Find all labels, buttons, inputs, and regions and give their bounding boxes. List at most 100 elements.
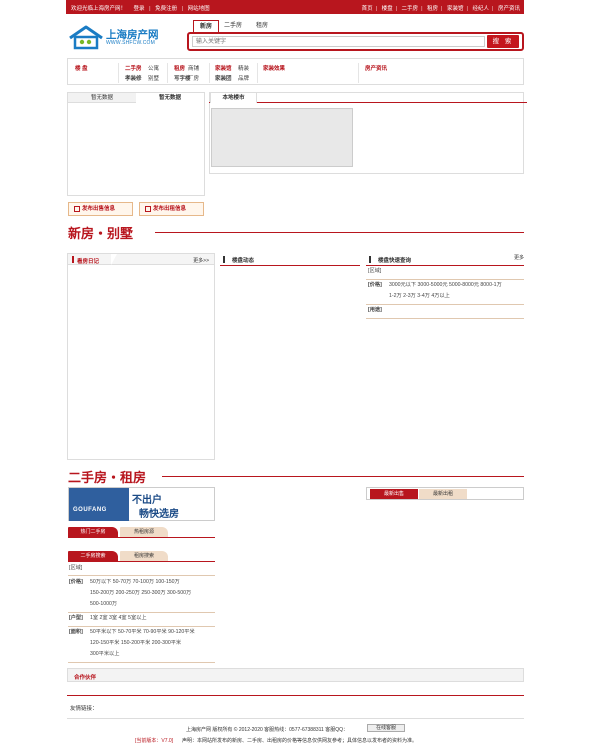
banner-left-bg: [69, 488, 129, 521]
ss-room-label: [户型]: [69, 615, 83, 621]
top-link-loupan[interactable]: 楼盘: [382, 6, 393, 12]
footer-copyright: 上海房产网 版权所有 © 2012-2020 客服热线：0577-6738831…: [186, 727, 348, 733]
market-image: [211, 108, 353, 167]
top-bar-left: 欢迎光临上海房产网！ 登录 | 免费注册 | 网站地图: [71, 6, 210, 12]
ss-area-row2[interactable]: 120-150平米 150-200平米 200-300平米: [90, 638, 181, 649]
local-market-tabbar: 本地楼市: [209, 92, 527, 103]
footer-version: [当前版本：V7.0]: [135, 738, 174, 744]
top-link-agent[interactable]: 经纪人: [473, 6, 490, 12]
ss-region-label: [区域]: [69, 565, 83, 571]
diary-panel: 看房日记 更多>>: [67, 253, 215, 460]
top-link-news[interactable]: 房产资讯: [498, 6, 520, 12]
nav-jiazhuangguan[interactable]: 家装馆: [215, 64, 232, 72]
nav-jiazhuangtuan[interactable]: 家装团: [215, 74, 232, 82]
footer-disclaimer: 声明：本网站所发布的新房、二手房、出租房的价格等信息仅供网友参考；具体信息以发布…: [182, 738, 418, 744]
section-new-divider: [155, 232, 524, 233]
diary-title: 看房日记: [77, 259, 100, 265]
section-second-title: 二手房・租房: [68, 470, 147, 485]
top-bar: 欢迎光临上海房产网！ 登录 | 免费注册 | 网站地图 首页 | 楼盘 | 二手房 |…: [66, 0, 524, 14]
qs-use-label: [用途]: [368, 307, 382, 313]
publish-sell-button[interactable]: 发布出售信息: [68, 202, 133, 216]
nav-gongyu[interactable]: 公寓: [148, 64, 159, 72]
diary-marker-icon: [72, 256, 74, 263]
quick-search-marker-icon: [369, 256, 371, 263]
tab-rent-search[interactable]: 租房搜索: [120, 551, 168, 561]
section-new-title: 新房・别墅: [68, 226, 134, 241]
nav-loupan[interactable]: 楼 盘: [75, 64, 88, 72]
top-link-zufang[interactable]: 租房: [427, 6, 438, 12]
partners-title: 合作伙伴: [74, 675, 97, 681]
ss-price-row3[interactable]: 500-1000万: [90, 599, 117, 610]
top-bar-links: 首页 | 楼盘 | 二手房 | 租房 | 家装馆 | 经纪人 | 房产资讯: [361, 6, 520, 12]
footer-qq-button[interactable]: 在线客服: [367, 724, 405, 732]
nav-jiaju[interactable]: 家装效果: [263, 64, 285, 72]
publish-sell-label: 发布出售信息: [82, 206, 116, 212]
top-link-jiazhuang[interactable]: 家装馆: [447, 6, 464, 12]
left-tab-panel: 暂无数据 暂无数据: [67, 92, 205, 196]
tab-hot-rent[interactable]: 热租房源: [120, 527, 168, 537]
footer-qq-label: 在线客服: [375, 725, 396, 731]
banner-right-text2: 畅快选房: [139, 509, 179, 520]
qs-region-label: [区域]: [368, 268, 382, 274]
nav-biesu[interactable]: 别墅: [148, 74, 159, 82]
site-logo[interactable]: 上海房产网 WWW.SHFCW.COM: [68, 24, 173, 50]
nav-shangpu[interactable]: 商铺: [188, 64, 199, 72]
quick-search-title: 楼盘快速查询: [378, 258, 412, 264]
ss-area-row3[interactable]: 300平米以上: [90, 649, 119, 660]
local-market-tab[interactable]: 本地楼市: [210, 92, 257, 103]
nav-zhuzhai[interactable]: 孝装修: [125, 74, 142, 82]
quick-search-header: 楼盘快速查询 更多: [366, 253, 524, 266]
register-link[interactable]: 免费注册: [155, 6, 177, 12]
house-logo-icon: [69, 25, 103, 50]
category-nav: 楼 盘 二手房 公寓 孝装修 别墅 租房 商铺 写字楼 厂房 家装馆 精装 家装…: [67, 58, 524, 85]
ss-price-label: [价格]: [69, 579, 83, 585]
left-tab-1[interactable]: 暂无数据: [68, 93, 136, 103]
nav-zufang[interactable]: 租房: [174, 64, 185, 72]
dynamic-title: 楼盘动态: [232, 258, 255, 264]
dynamic-marker-icon: [223, 256, 225, 263]
tab-latest-sell[interactable]: 最新出售: [370, 489, 418, 499]
edit-icon: [74, 206, 80, 212]
edit-icon: [145, 206, 151, 212]
tab-second-search[interactable]: 二手房搜索: [68, 551, 118, 561]
local-market-panel: 本地楼市: [209, 92, 527, 174]
top-link-ershoufang[interactable]: 二手房: [402, 6, 419, 12]
search-tab-second[interactable]: 二手房: [220, 20, 246, 32]
login-link[interactable]: 登录: [134, 6, 145, 12]
quick-search-more-link[interactable]: 更多: [514, 254, 524, 261]
tab-latest-rent[interactable]: 最新出租: [419, 489, 467, 499]
search-button[interactable]: 搜 索: [487, 35, 519, 48]
banner-left-text: GOUFANG: [73, 507, 107, 513]
publish-rent-label: 发布出租信息: [153, 206, 187, 212]
ss-price-row2[interactable]: 150-200万 200-250万 250-300万 300-500万: [90, 588, 191, 599]
nav-pinpai[interactable]: 品牌: [238, 74, 249, 82]
publish-rent-button[interactable]: 发布出租信息: [139, 202, 204, 216]
logo-url: WWW.SHFCW.COM: [106, 40, 155, 46]
sitemap-link[interactable]: 网站地图: [188, 6, 210, 12]
nav-ershoufang[interactable]: 二手房: [125, 64, 142, 72]
search-input[interactable]: [192, 36, 485, 47]
latest-tabs: 最新出售 最新出租: [366, 487, 524, 500]
nav-shejishi[interactable]: 精装: [238, 64, 249, 72]
qs-price-label: [价格]: [368, 282, 382, 288]
left-tab-2[interactable]: 暂无数据: [136, 93, 204, 103]
welcome-text: 欢迎光临上海房产网！: [71, 6, 127, 12]
ss-price-row1[interactable]: 50万以下 50-70万 70-100万 100-150万: [90, 577, 180, 588]
partners-header: 合作伙伴: [67, 668, 524, 682]
qs-price-row1[interactable]: 3000元以下 3000-5000元 5000-8000元 8000-1万: [389, 280, 502, 291]
goufang-banner[interactable]: GOUFANG 不出户 畅快选房: [68, 487, 215, 521]
banner-right-text1: 不出户: [132, 495, 162, 506]
ss-area-row1[interactable]: 50平米以下 50-70平米 70-90平米 90-120平米: [90, 627, 195, 638]
ss-rooms[interactable]: 1室 2室 3室 4室 5室以上: [90, 613, 147, 624]
diary-more-link[interactable]: 更多>>: [193, 257, 209, 264]
qs-price-row2[interactable]: 1-2万 2-3万 3-4万 4万以上: [389, 291, 450, 302]
ss-area-label: [面积]: [69, 629, 83, 635]
tab-hot-second[interactable]: 热门二手房: [68, 527, 118, 537]
section-second-divider: [162, 476, 524, 477]
nav-zixun[interactable]: 房产资讯: [365, 64, 387, 72]
top-link-home[interactable]: 首页: [362, 6, 373, 12]
nav-chanfang[interactable]: 厂房: [188, 74, 199, 82]
search-tab-rent[interactable]: 租房: [250, 20, 274, 32]
friend-links-label: 友情链接：: [70, 706, 98, 712]
search-box: 搜 索: [187, 32, 524, 51]
